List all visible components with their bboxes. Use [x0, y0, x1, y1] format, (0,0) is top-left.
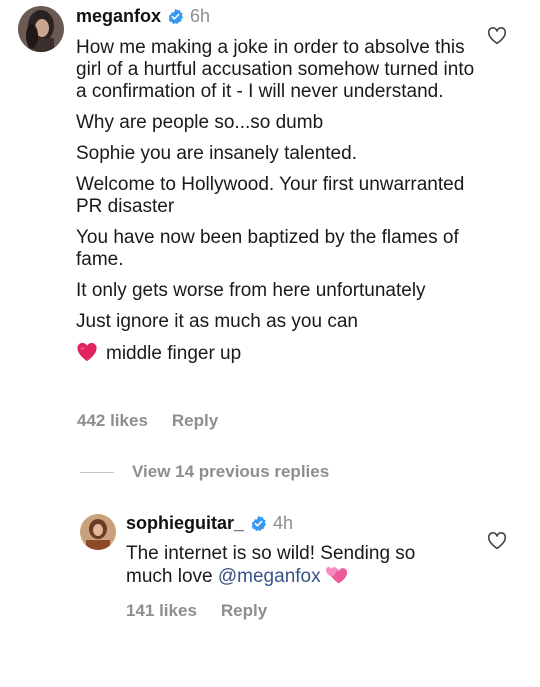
avatar-meganfox[interactable]: [18, 6, 64, 52]
comment-line: You have now been baptized by the flames…: [76, 227, 459, 270]
reply-button[interactable]: Reply: [172, 411, 218, 431]
comment-line: It only gets worse from here unfortunate…: [76, 280, 426, 301]
avatar-sophieguitar[interactable]: [80, 514, 116, 550]
comment-line-text: middle finger up: [106, 343, 242, 364]
red-heart-emoji-icon: [77, 342, 97, 362]
reply-header: sophieguitar_ 4h: [126, 513, 293, 534]
username-sophieguitar[interactable]: sophieguitar_: [126, 513, 244, 534]
mention-link[interactable]: @meganfox: [218, 566, 321, 587]
view-previous-replies[interactable]: View 14 previous replies: [80, 462, 329, 482]
comment-line: Sophie you are insanely talented.: [76, 143, 357, 164]
comment-line-last: middle finger up: [76, 342, 476, 365]
heart-outline-icon[interactable]: [487, 27, 507, 45]
reply-meta: 141 likes Reply: [126, 601, 267, 621]
comment-line: Why are people so...so dumb: [76, 112, 324, 133]
reply-time: 4h: [273, 513, 294, 533]
likes-count[interactable]: 442 likes: [77, 411, 148, 431]
heart-outline-icon[interactable]: [487, 532, 507, 550]
likes-count[interactable]: 141 likes: [126, 601, 197, 621]
reply-button[interactable]: Reply: [221, 601, 267, 621]
comment-line: Welcome to Hollywood. Your first unwarra…: [76, 174, 465, 217]
two-hearts-emoji-icon: [325, 567, 347, 584]
reply-body: The internet is so wild! Sending so much…: [126, 543, 466, 588]
comment-time: 6h: [190, 6, 211, 26]
comment-line: How me making a joke in order to absolve…: [76, 37, 475, 102]
verified-badge-icon: [168, 8, 184, 25]
comment-header: meganfox 6h: [76, 6, 210, 27]
username-meganfox[interactable]: meganfox: [76, 6, 161, 27]
view-replies-label[interactable]: View 14 previous replies: [132, 462, 329, 482]
comment-meta: 442 likes Reply: [77, 411, 218, 431]
verified-badge-icon: [251, 515, 267, 532]
reply-text: The internet is so wild! Sending so much…: [126, 543, 466, 588]
replies-divider: [80, 471, 114, 473]
comment-body: How me making a joke in order to absolve…: [76, 37, 476, 365]
comment-line: Just ignore it as much as you can: [76, 311, 358, 332]
